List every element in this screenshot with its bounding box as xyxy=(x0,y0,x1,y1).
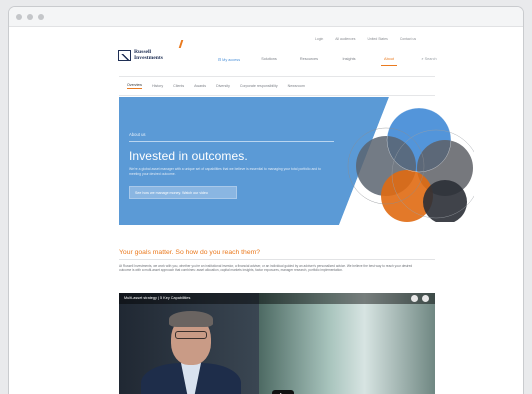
nav-search-label: Search xyxy=(424,57,437,61)
video-controls-top xyxy=(411,295,429,302)
main-nav: ⊟ My access Solutions Resources Insights… xyxy=(209,57,449,66)
search-icon: ⌕ xyxy=(421,57,424,61)
hero-title: Invested in outcomes. xyxy=(129,149,248,163)
logo-mark-icon xyxy=(118,50,131,61)
browser-chrome xyxy=(9,7,523,27)
goals-body: At Russell Investments, we work with you… xyxy=(119,264,413,273)
utility-nav: Login All audiences United States Contac… xyxy=(315,37,416,41)
clock-icon[interactable] xyxy=(411,295,418,302)
subnav-diversity[interactable]: Diversity xyxy=(216,84,230,88)
brand-flag-icon xyxy=(178,40,186,48)
russell-logo[interactable]: Russell Investments xyxy=(118,49,163,61)
nav-my-access-label: My access xyxy=(222,58,241,62)
subnav-newsroom[interactable]: Newsroom xyxy=(288,84,305,88)
share-icon[interactable] xyxy=(422,295,429,302)
utility-login-link[interactable]: Login xyxy=(315,37,323,41)
nav-search[interactable]: ⌕ Search xyxy=(409,57,449,62)
video-background-right xyxy=(259,293,435,394)
play-icon[interactable] xyxy=(272,390,294,394)
goals-title: Your goals matter. So how do you reach t… xyxy=(119,249,261,256)
subnav-history[interactable]: History xyxy=(152,84,163,88)
goals-divider xyxy=(119,259,435,260)
video-title[interactable]: Multi-asset strategy | 5 Key Capabilitie… xyxy=(124,296,190,300)
nav-about[interactable]: About xyxy=(369,57,409,66)
subnav-corporate-responsibility[interactable]: Corporate responsibility xyxy=(240,84,278,88)
window-close-dot[interactable] xyxy=(16,14,22,20)
presenter-glasses xyxy=(175,331,207,339)
nav-resources[interactable]: Resources xyxy=(289,57,329,62)
presenter-hair xyxy=(169,311,213,327)
hero-divider xyxy=(129,141,334,142)
page-content: Login All audiences United States Contac… xyxy=(9,28,523,394)
subnav-overview[interactable]: Overview xyxy=(127,83,142,89)
sub-nav: Overview History Clients Awards Diversit… xyxy=(119,76,435,96)
nav-solutions[interactable]: Solutions xyxy=(249,57,289,62)
watch-video-button[interactable]: See how we manage money. Watch our video xyxy=(129,186,237,199)
utility-audience-link[interactable]: All audiences xyxy=(335,37,355,41)
hero-eyebrow: About us xyxy=(129,132,146,137)
goals-section: Your goals matter. So how do you reach t… xyxy=(119,249,435,272)
video-player[interactable]: Multi-asset strategy | 5 Key Capabilitie… xyxy=(119,293,435,394)
window-maximize-dot[interactable] xyxy=(38,14,44,20)
subnav-awards[interactable]: Awards xyxy=(194,84,206,88)
window-minimize-dot[interactable] xyxy=(27,14,33,20)
utility-contact-link[interactable]: Contact us xyxy=(400,37,416,41)
hero-banner: About us Invested in outcomes. We're a g… xyxy=(119,97,474,225)
overlapping-circles-graphic xyxy=(347,107,474,222)
nav-my-access[interactable]: ⊟ My access xyxy=(209,57,249,62)
browser-window: Login All audiences United States Contac… xyxy=(8,6,524,394)
nav-insights[interactable]: Insights xyxy=(329,57,369,62)
subnav-clients[interactable]: Clients xyxy=(173,84,184,88)
logo-text: Russell Investments xyxy=(134,49,163,61)
logo-line2: Investments xyxy=(134,54,163,61)
hero-description: We're a global asset manager with a uniq… xyxy=(129,167,321,176)
utility-region-link[interactable]: United States xyxy=(367,37,387,41)
